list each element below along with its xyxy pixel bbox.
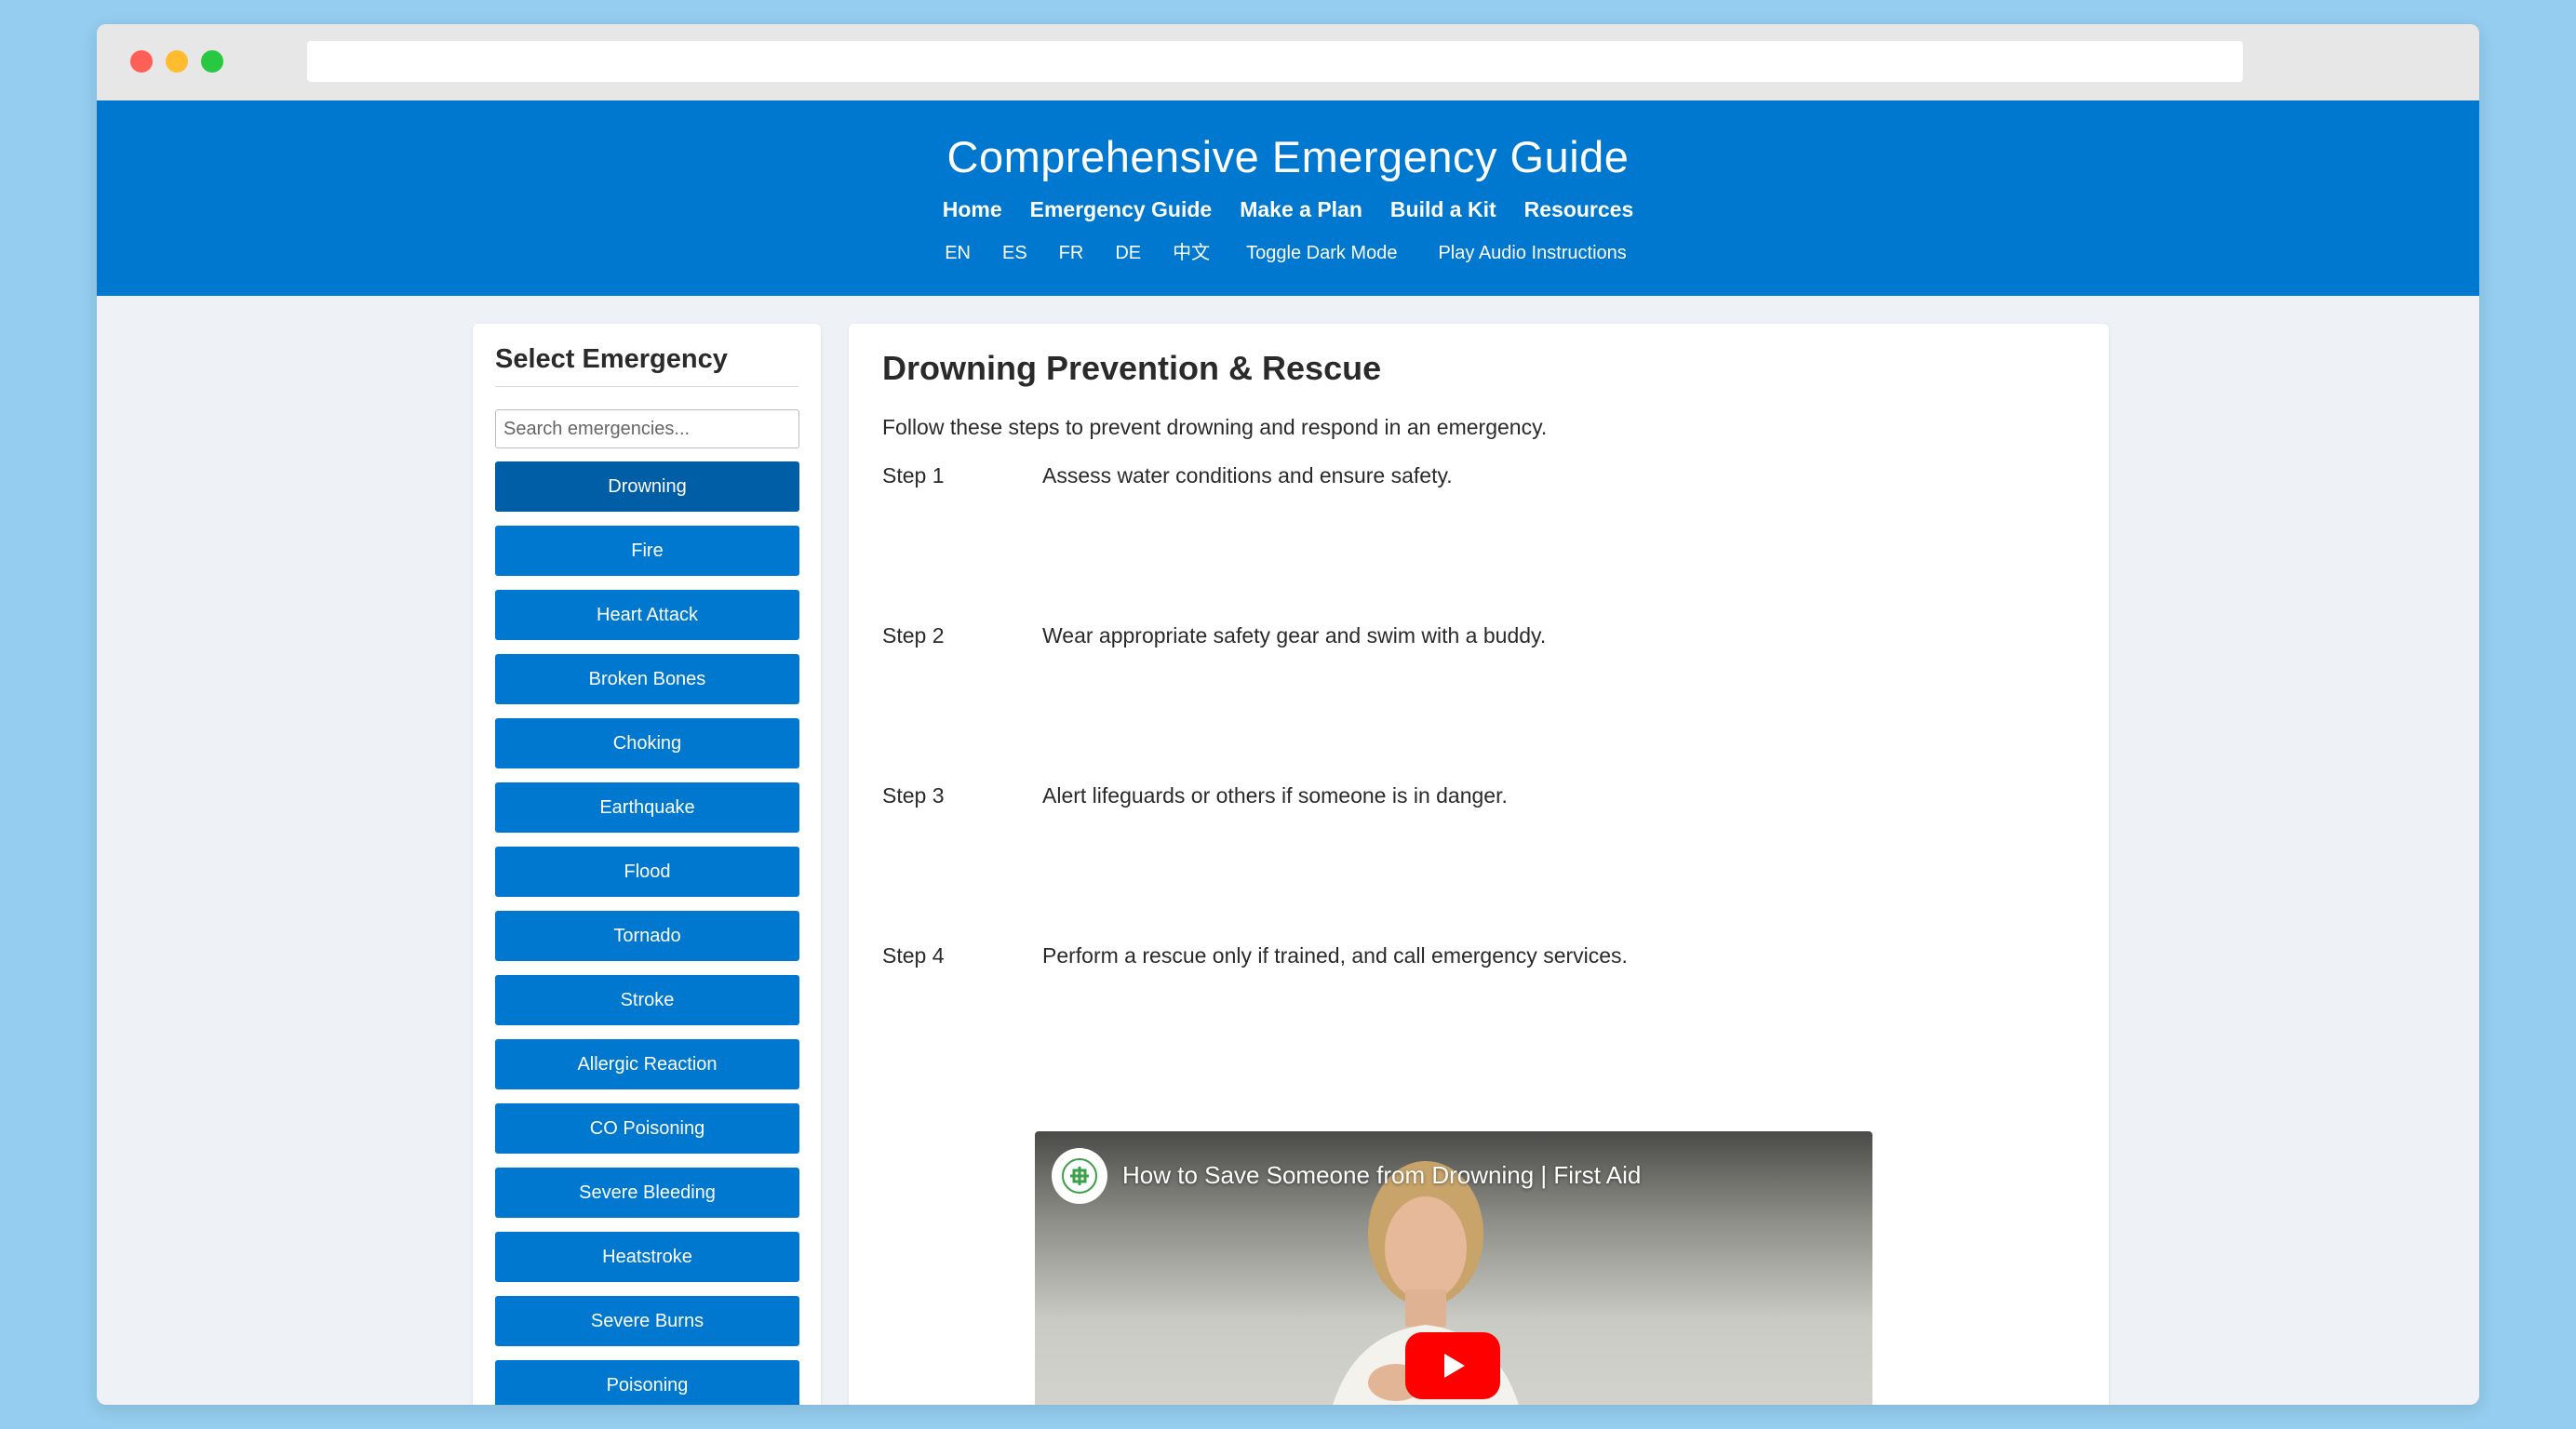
step-row: Step 2 Wear appropriate safety gear and …: [882, 621, 2075, 781]
step-label: Step 1: [882, 463, 945, 487]
steps-list: Step 1 Assess water conditions and ensur…: [882, 461, 2075, 1102]
lang-es[interactable]: ES: [1002, 240, 1027, 266]
play-button[interactable]: [1405, 1332, 1500, 1399]
lang-de[interactable]: DE: [1115, 240, 1141, 266]
search-input[interactable]: [495, 409, 799, 448]
emergency-button-poisoning[interactable]: Poisoning: [495, 1360, 799, 1405]
nav-emergency-guide[interactable]: Emergency Guide: [1016, 194, 1227, 225]
minimize-window-dot[interactable]: [166, 50, 188, 73]
step-row: Step 4 Perform a rescue only if trained,…: [882, 942, 2075, 1102]
maximize-window-dot[interactable]: [201, 50, 223, 73]
step-label: Step 2: [882, 623, 945, 648]
nav-make-a-plan[interactable]: Make a Plan: [1226, 194, 1376, 225]
content-title: Drowning Prevention & Rescue: [882, 349, 1382, 387]
sidebar-title: Select Emergency: [495, 344, 798, 387]
emergency-button-earthquake[interactable]: Earthquake: [495, 782, 799, 833]
emergency-button-choking[interactable]: Choking: [495, 718, 799, 768]
browser-chrome: [97, 24, 2479, 100]
browser-window: Comprehensive Emergency Guide Home Emerg…: [97, 24, 2479, 1405]
step-text: Wear appropriate safety gear and swim wi…: [1042, 623, 1547, 648]
emergency-button-stroke[interactable]: Stroke: [495, 975, 799, 1025]
emergency-content: Drowning Prevention & Rescue Follow thes…: [849, 324, 2109, 1405]
emergency-button-severe-burns[interactable]: Severe Burns: [495, 1296, 799, 1346]
channel-logo[interactable]: [1052, 1148, 1107, 1204]
dark-mode-toggle[interactable]: Toggle Dark Mode: [1246, 240, 1397, 266]
step-row: Step 3 Alert lifeguards or others if som…: [882, 781, 2075, 942]
video-player[interactable]: How to Save Someone from Drowning | Firs…: [1035, 1131, 1872, 1405]
emergency-button-allergic-reaction[interactable]: Allergic Reaction: [495, 1039, 799, 1089]
step-text: Alert lifeguards or others if someone is…: [1042, 783, 1508, 808]
nav-home[interactable]: Home: [929, 194, 1016, 225]
emergency-button-drowning[interactable]: Drowning: [495, 461, 799, 512]
lang-fr[interactable]: FR: [1059, 240, 1084, 266]
nav-resources[interactable]: Resources: [1510, 194, 1648, 225]
step-row: Step 1 Assess water conditions and ensur…: [882, 461, 2075, 621]
close-window-dot[interactable]: [130, 50, 153, 73]
emergency-button-severe-bleeding[interactable]: Severe Bleeding: [495, 1168, 799, 1218]
site-header: Comprehensive Emergency Guide Home Emerg…: [97, 100, 2479, 296]
content-intro: Follow these steps to prevent drowning a…: [882, 415, 1548, 439]
utility-nav: EN ES FR DE 中文 Toggle Dark Mode Play Aud…: [97, 240, 2479, 266]
site-title: Comprehensive Emergency Guide: [946, 132, 1630, 181]
play-audio-button[interactable]: Play Audio Instructions: [1438, 240, 1626, 266]
lang-en[interactable]: EN: [945, 240, 971, 266]
emergency-list: Drowning Fire Heart Attack Broken Bones …: [495, 461, 799, 1405]
emergency-button-fire[interactable]: Fire: [495, 526, 799, 576]
emergency-button-tornado[interactable]: Tornado: [495, 911, 799, 961]
video-title[interactable]: How to Save Someone from Drowning | Firs…: [1122, 1159, 1641, 1191]
first-aid-logo-icon: [1062, 1158, 1097, 1194]
play-icon: [1444, 1354, 1465, 1378]
emergency-button-heart-attack[interactable]: Heart Attack: [495, 590, 799, 640]
address-bar[interactable]: [307, 41, 2243, 82]
step-label: Step 4: [882, 943, 945, 968]
emergency-button-broken-bones[interactable]: Broken Bones: [495, 654, 799, 704]
lang-zh[interactable]: 中文: [1173, 240, 1210, 266]
step-label: Step 3: [882, 783, 945, 808]
emergency-button-heatstroke[interactable]: Heatstroke: [495, 1232, 799, 1282]
emergency-button-co-poisoning[interactable]: CO Poisoning: [495, 1103, 799, 1154]
main-nav: Home Emergency Guide Make a Plan Build a…: [97, 194, 2479, 225]
emergency-sidebar: Select Emergency Drowning Fire Heart Att…: [473, 324, 821, 1405]
nav-build-a-kit[interactable]: Build a Kit: [1376, 194, 1510, 225]
step-text: Assess water conditions and ensure safet…: [1042, 463, 1453, 487]
emergency-button-flood[interactable]: Flood: [495, 847, 799, 897]
step-text: Perform a rescue only if trained, and ca…: [1042, 943, 1628, 968]
